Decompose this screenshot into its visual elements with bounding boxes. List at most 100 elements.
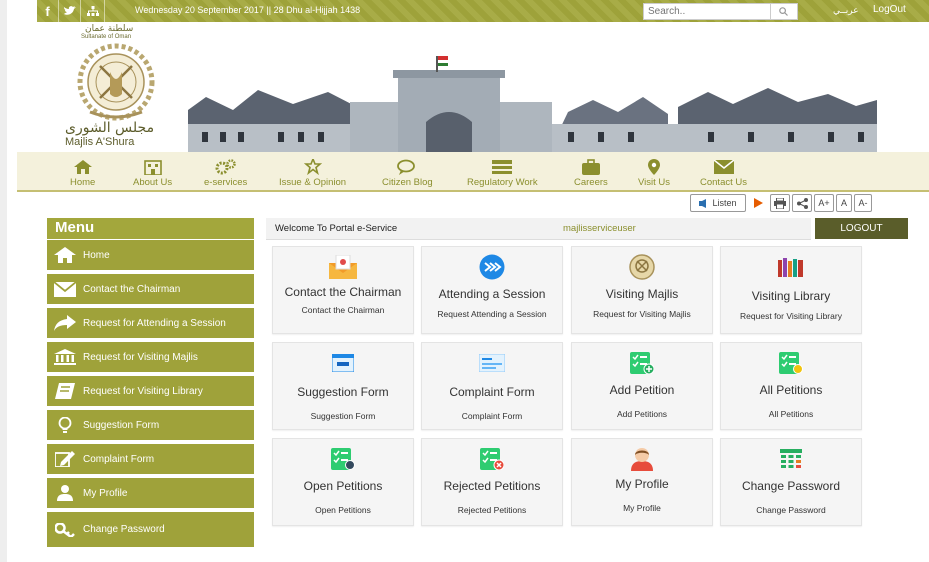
service-card-visiting-majlis[interactable]: Visiting Majlis Request for Visiting Maj… (571, 246, 713, 334)
checklist-icon (779, 351, 803, 375)
nav-contact-us[interactable]: Contact Us (700, 158, 747, 188)
font-normal-button[interactable]: A (836, 194, 852, 212)
sidebar-item-visiting-majlis[interactable]: Request for Visiting Majlis (47, 342, 254, 374)
sidebar-item-my-profile[interactable]: My Profile (47, 478, 254, 510)
nav-visit-us[interactable]: Visit Us (638, 158, 670, 188)
share-icon[interactable] (792, 194, 812, 212)
sidebar-item-label: Request for Visiting Majlis (83, 351, 198, 363)
arabic-language-link[interactable]: عربــي (833, 5, 859, 16)
card-title: Rejected Petitions (443, 479, 541, 493)
logout-link[interactable]: LogOut (873, 4, 906, 15)
forward-icon (479, 254, 505, 280)
card-subtitle: Request for Visiting Majlis (593, 309, 691, 319)
sidebar-item-suggestion-form[interactable]: Suggestion Form (47, 410, 254, 442)
key-icon (47, 522, 83, 537)
nav-issue-opinion[interactable]: Issue & Opinion (279, 158, 346, 188)
search-icon[interactable] (770, 3, 796, 20)
service-card-add-petition[interactable]: Add Petition Add Petitions (571, 342, 713, 430)
card-subtitle: Request for Visiting Library (740, 311, 842, 321)
nav-regulatory-work[interactable]: Regulatory Work (467, 158, 538, 188)
mail-icon (328, 255, 358, 279)
sidebar-item-label: Request for Attending a Session (83, 317, 226, 329)
nav-label: Regulatory Work (467, 177, 538, 188)
card-subtitle: Request Attending a Session (437, 309, 547, 319)
card-subtitle: Change Password (756, 505, 826, 515)
card-title: Complaint Form (449, 385, 535, 399)
font-decrease-button[interactable]: A- (854, 194, 872, 212)
card-title: Suggestion Form (297, 385, 389, 399)
sidebar-item-label: Change Password (83, 524, 165, 535)
home-icon (47, 247, 83, 263)
books-icon (777, 255, 805, 279)
nav-label: Home (70, 177, 96, 188)
card-subtitle: Rejected Petitions (457, 505, 527, 515)
play-icon[interactable] (748, 194, 768, 212)
service-card-my-profile[interactable]: My Profile My Profile (571, 438, 713, 526)
sidebar-item-label: Suggestion Form (83, 419, 160, 431)
accessibility-toolbar: Listen A+ A A- (690, 194, 872, 214)
sidebar-item-label: Complaint Form (83, 453, 155, 465)
service-card-rejected-petitions[interactable]: Rejected Petitions Rejected Petitions (421, 438, 563, 526)
sidebar-item-visiting-library[interactable]: Request for Visiting Library (47, 376, 254, 408)
twitter-icon[interactable] (59, 0, 81, 22)
envelope-icon (713, 158, 734, 175)
sidebar-item-home[interactable]: Home (47, 240, 254, 272)
card-title: Change Password (741, 479, 841, 493)
share-arrow-icon (47, 315, 83, 331)
sidebar-item-contact-chairman[interactable]: Contact the Chairman (47, 274, 254, 306)
nav-about-us[interactable]: About Us (133, 158, 172, 188)
sidebar-item-complaint-form[interactable]: Complaint Form (47, 444, 254, 476)
service-card-change-password[interactable]: Change Password Change Password (720, 438, 862, 526)
page: f Wednesday 20 September 2017 || 28 Dhu … (0, 0, 929, 562)
sidebar-title: Menu (47, 218, 254, 239)
nav-citizen-blog[interactable]: Citizen Blog (382, 158, 433, 188)
bank-icon (47, 349, 83, 365)
logo-arabic-name: مجلس الشورى (65, 120, 155, 136)
listen-button[interactable]: Listen (690, 194, 746, 212)
card-subtitle: Contact the Chairman (301, 305, 385, 315)
lightbulb-icon (47, 417, 83, 433)
sidebar-item-change-password[interactable]: Change Password (47, 512, 254, 549)
map-pin-icon (648, 158, 661, 175)
user-icon (47, 485, 83, 501)
nav-e-services[interactable]: e-services (204, 158, 247, 188)
nav-label: About Us (133, 177, 173, 188)
sidebar-item-label: My Profile (83, 487, 128, 499)
card-title: Contact the Chairman (284, 285, 402, 299)
sidebar-item-label: Home (83, 249, 110, 261)
majlis-logo[interactable]: سلطنة عمان Sultanate of Oman مجلس الشورى… (55, 24, 177, 152)
list-icon (492, 158, 513, 175)
service-card-complaint-form[interactable]: Complaint Form Complaint Form (421, 342, 563, 430)
sidebar-item-attending-session[interactable]: Request for Attending a Session (47, 308, 254, 340)
service-card-attending-session[interactable]: Attending a Session Request Attending a … (421, 246, 563, 334)
sitemap-icon[interactable] (81, 0, 105, 22)
form-icon (332, 351, 354, 375)
nav-label: Citizen Blog (382, 177, 433, 188)
home-icon (73, 158, 92, 175)
logout-button[interactable]: LOGOUT (815, 218, 908, 239)
card-subtitle: Suggestion Form (310, 411, 376, 421)
checklist-add-icon (630, 351, 654, 375)
service-card-all-petitions[interactable]: All Petitions All Petitions (720, 342, 862, 430)
nav-label: Issue & Opinion (279, 177, 347, 188)
service-card-suggestion-form[interactable]: Suggestion Form Suggestion Form (272, 342, 414, 430)
nav-careers[interactable]: Careers (574, 158, 608, 188)
checklist-reject-icon (480, 447, 504, 471)
service-card-visiting-library[interactable]: Visiting Library Request for Visiting Li… (720, 246, 862, 334)
card-subtitle: Add Petitions (616, 409, 668, 419)
service-card-contact-chairman[interactable]: Contact the Chairman Contact the Chairma… (272, 246, 414, 334)
edit-icon (47, 451, 83, 467)
welcome-text: Welcome To Portal e-Service (275, 223, 398, 234)
card-title: Add Petition (609, 383, 675, 397)
nav-home[interactable]: Home (70, 158, 95, 188)
card-subtitle: Open Petitions (315, 505, 371, 515)
welcome-bar: Welcome To Portal e-Service majlisservic… (266, 218, 811, 240)
print-icon[interactable] (770, 194, 790, 212)
building-icon (143, 158, 162, 175)
facebook-icon[interactable]: f (37, 0, 59, 22)
keypad-icon (780, 447, 802, 471)
nav-label: Visit Us (638, 177, 671, 188)
font-increase-button[interactable]: A+ (814, 194, 834, 212)
chat-icon (397, 158, 417, 175)
service-card-open-petitions[interactable]: Open Petitions Open Petitions (272, 438, 414, 526)
